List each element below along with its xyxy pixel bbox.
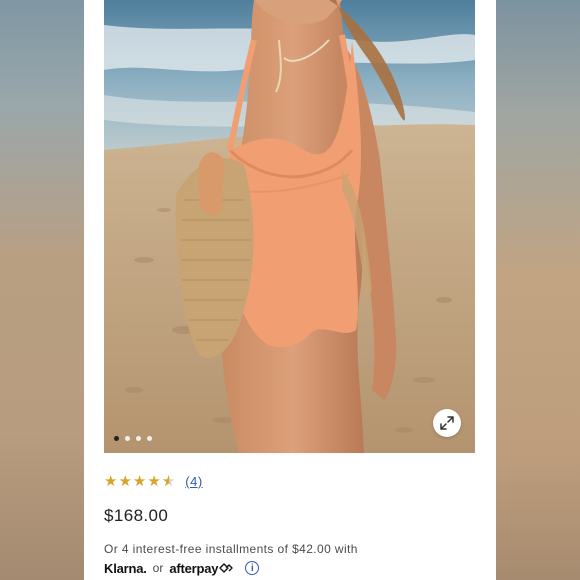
or-text: or xyxy=(152,561,164,575)
payment-options: Klarna. or afterpay i xyxy=(104,559,260,577)
gallery-dot-3[interactable] xyxy=(136,435,141,441)
afterpay-logo[interactable]: afterpay xyxy=(169,560,234,576)
beach-swimsuit-photo xyxy=(104,0,475,453)
star-icon: ★ xyxy=(132,472,147,490)
gallery-dot-4[interactable] xyxy=(147,435,152,441)
expand-image-button[interactable] xyxy=(433,409,461,437)
half-star-icon: ★ xyxy=(162,474,175,489)
gallery-dot-1[interactable] xyxy=(114,435,119,441)
gallery-dot-2[interactable] xyxy=(125,435,130,441)
product-photo[interactable] xyxy=(104,0,475,453)
rating-row: ★ ★ ★ ★ ★ (4) xyxy=(104,472,203,490)
product-price: $168.00 xyxy=(104,506,169,525)
star-icon: ★ xyxy=(147,472,161,490)
background-blur-right xyxy=(496,0,580,580)
star-rating: ★ ★ ★ ★ ★ xyxy=(104,474,175,489)
afterpay-label: afterpay xyxy=(169,560,219,576)
info-icon[interactable]: i xyxy=(245,561,260,575)
gallery-pagination xyxy=(114,434,152,442)
installments-text: Or 4 interest-free installments of $42.0… xyxy=(104,542,358,556)
review-count-link[interactable]: (4) xyxy=(185,474,202,489)
afterpay-arrows-icon xyxy=(219,563,234,573)
star-icon: ★ xyxy=(118,472,132,490)
background-blur-left xyxy=(0,0,84,580)
expand-arrows-icon xyxy=(440,416,454,430)
star-icon: ★ xyxy=(104,472,118,490)
klarna-logo[interactable]: Klarna. xyxy=(104,561,147,576)
